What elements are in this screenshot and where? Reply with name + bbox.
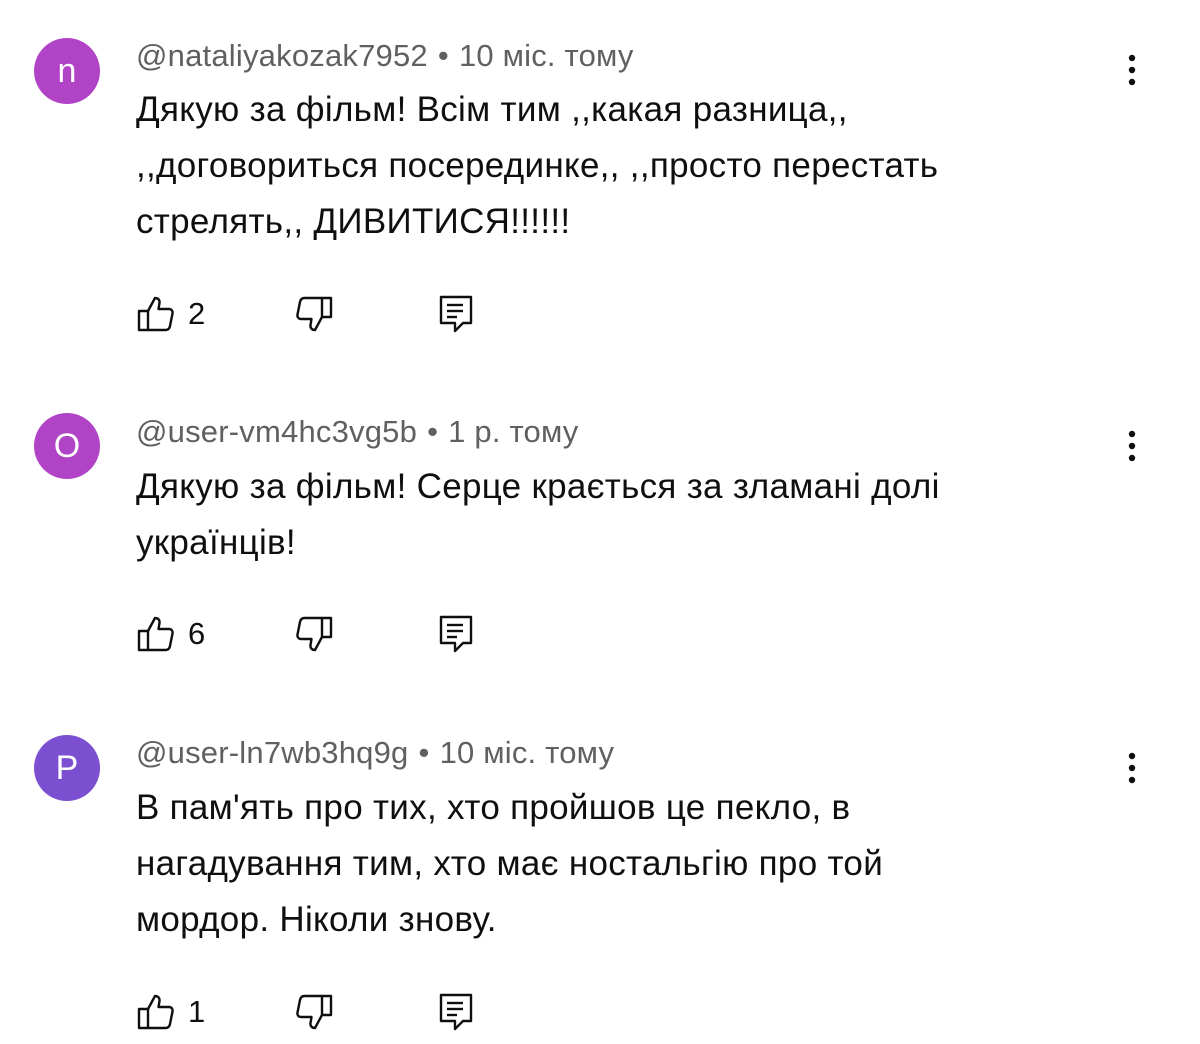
comment-time[interactable]: 1 р. тому: [448, 414, 578, 449]
thumb-down-icon: [296, 296, 333, 332]
comment-meta: @nataliyakozak7952 • 10 міс. тому: [136, 38, 634, 74]
like-count: 1: [188, 994, 206, 1029]
dislike-button[interactable]: [294, 614, 334, 654]
reply-button[interactable]: [436, 294, 476, 334]
thumb-up-icon: [137, 994, 174, 1030]
more-vertical-icon: [1128, 430, 1136, 462]
comment-time[interactable]: 10 міс. тому: [440, 735, 615, 770]
more-options-button[interactable]: [1112, 426, 1152, 466]
like-button[interactable]: 2: [136, 294, 216, 334]
comment-text: В пам'ять про тих, хто пройшов це пекло,…: [136, 788, 884, 939]
comment-text: Дякую за фільм! Всім тим ,,какая разница…: [136, 90, 939, 241]
comment-author[interactable]: @nataliyakozak7952: [136, 38, 428, 73]
comment-actions: 1: [136, 992, 536, 1032]
thumb-down-icon: [296, 616, 333, 652]
comment-time[interactable]: 10 міс. тому: [459, 38, 634, 73]
comment-meta: @user-ln7wb3hq9g • 10 міс. тому: [136, 735, 614, 771]
like-count: 6: [188, 616, 206, 651]
meta-separator: •: [427, 414, 439, 449]
reply-comment-icon: [439, 295, 473, 333]
meta-separator: •: [418, 735, 430, 770]
thumb-up-icon: [137, 616, 174, 652]
comment-actions: 2: [136, 294, 536, 334]
avatar[interactable]: O: [34, 413, 100, 479]
avatar[interactable]: n: [34, 38, 100, 104]
reply-button[interactable]: [436, 614, 476, 654]
comment-meta: @user-vm4hc3vg5b • 1 р. тому: [136, 414, 579, 450]
avatar[interactable]: P: [34, 735, 100, 801]
comment-author[interactable]: @user-vm4hc3vg5b: [136, 414, 417, 449]
dislike-button[interactable]: [294, 992, 334, 1032]
comment-author[interactable]: @user-ln7wb3hq9g: [136, 735, 409, 770]
meta-separator: •: [437, 38, 449, 73]
comment-text: Дякую за фільм! Серце крається за зламан…: [136, 467, 940, 562]
like-button[interactable]: 6: [136, 614, 216, 654]
more-vertical-icon: [1128, 54, 1136, 86]
reply-comment-icon: [439, 993, 473, 1031]
dislike-button[interactable]: [294, 294, 334, 334]
reply-comment-icon: [439, 615, 473, 653]
thumb-up-icon: [137, 296, 174, 332]
more-vertical-icon: [1128, 752, 1136, 784]
more-options-button[interactable]: [1112, 50, 1152, 90]
reply-button[interactable]: [436, 992, 476, 1032]
thumb-down-icon: [296, 994, 333, 1030]
like-button[interactable]: 1: [136, 992, 216, 1032]
like-count: 2: [188, 296, 206, 331]
comment-actions: 6: [136, 614, 536, 654]
more-options-button[interactable]: [1112, 748, 1152, 788]
